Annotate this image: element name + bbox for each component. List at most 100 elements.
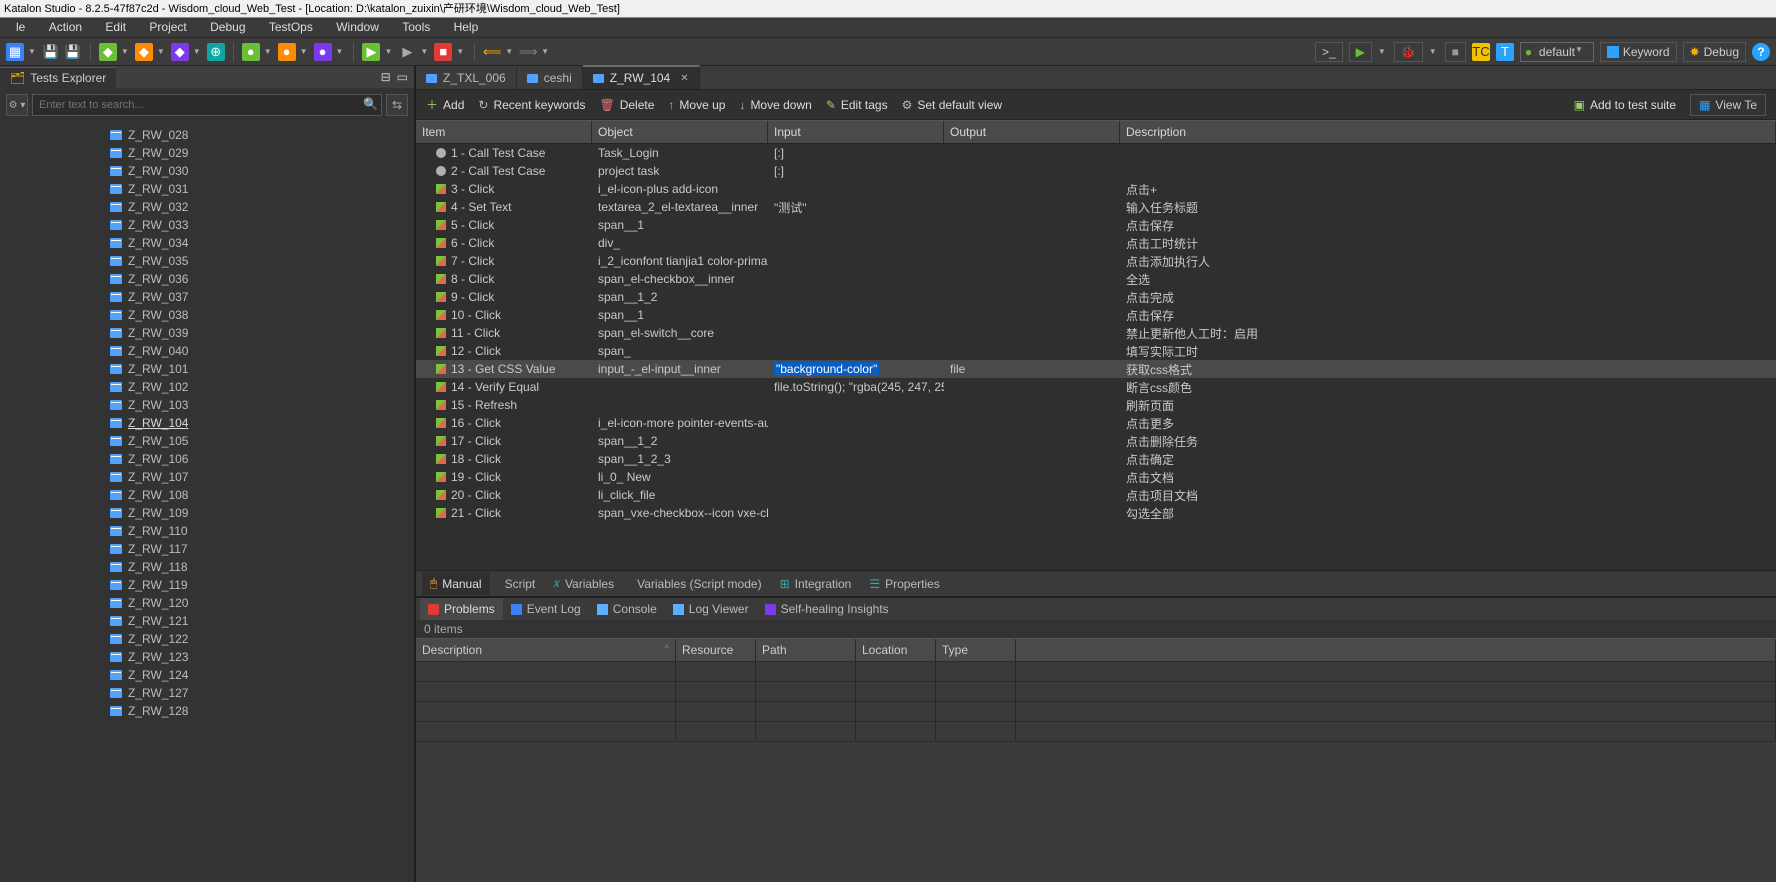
tree-item[interactable]: Z_RW_120 bbox=[0, 594, 414, 612]
menu-testops[interactable]: TestOps bbox=[259, 18, 323, 36]
tree-item[interactable]: Z_RW_105 bbox=[0, 432, 414, 450]
tree-item[interactable]: Z_RW_123 bbox=[0, 648, 414, 666]
editor-tab[interactable]: Z_TXL_006 bbox=[416, 67, 517, 89]
panel-tab[interactable]: Log Viewer bbox=[665, 598, 757, 620]
link-editor-icon[interactable]: ⇆ bbox=[386, 94, 408, 116]
step-row[interactable]: 13 - Get CSS Valueinput_-_el-input__inne… bbox=[416, 360, 1776, 378]
tree-item[interactable]: Z_RW_102 bbox=[0, 378, 414, 396]
spy-mobile-icon[interactable]: ◆ bbox=[135, 43, 153, 61]
panel-tab[interactable]: Console bbox=[589, 598, 665, 620]
col-object[interactable]: Object bbox=[592, 121, 768, 143]
tree-item[interactable]: Z_RW_117 bbox=[0, 540, 414, 558]
stop2-icon[interactable]: ■ bbox=[1445, 42, 1466, 62]
editor-mode-tab[interactable]: 𝑥Variables bbox=[545, 572, 622, 595]
tree-item[interactable]: Z_RW_107 bbox=[0, 468, 414, 486]
editor-tab[interactable]: ceshi bbox=[517, 67, 583, 89]
step-row[interactable]: 3 - Clicki_el-icon-plus add-icon点击+ bbox=[416, 180, 1776, 198]
spy-web-icon[interactable]: ◆ bbox=[99, 43, 117, 61]
step-row[interactable]: 16 - Clicki_el-icon-more pointer-events-… bbox=[416, 414, 1776, 432]
tree-item[interactable]: Z_RW_103 bbox=[0, 396, 414, 414]
menu-tools[interactable]: Tools bbox=[392, 18, 440, 36]
recent-keywords-button[interactable]: ↻Recent keywords bbox=[478, 98, 585, 112]
problems-col-resource[interactable]: Resource bbox=[676, 639, 756, 662]
step-row[interactable]: 20 - Clickli_click_file点击项目文档 bbox=[416, 486, 1776, 504]
menu-action[interactable]: Action bbox=[39, 18, 92, 36]
spy-windows-icon[interactable]: ◆ bbox=[171, 43, 189, 61]
tree-item[interactable]: Z_RW_033 bbox=[0, 216, 414, 234]
terminal-icon[interactable]: >_ bbox=[1315, 42, 1343, 62]
panel-tab[interactable]: Problems bbox=[420, 598, 503, 620]
new-icon[interactable]: ▦ bbox=[6, 43, 24, 61]
tree-item[interactable]: Z_RW_038 bbox=[0, 306, 414, 324]
tests-explorer-tab[interactable]: 🗂 Tests Explorer bbox=[0, 67, 116, 88]
record-mobile-icon[interactable]: ● bbox=[278, 43, 296, 61]
step-row[interactable]: 10 - Clickspan__1点击保存 bbox=[416, 306, 1776, 324]
tree-item[interactable]: Z_RW_106 bbox=[0, 450, 414, 468]
tree-item[interactable]: Z_RW_104 bbox=[0, 414, 414, 432]
step-row[interactable]: 15 - Refresh刷新页面 bbox=[416, 396, 1776, 414]
tree-item[interactable]: Z_RW_127 bbox=[0, 684, 414, 702]
minimize-icon[interactable]: ▭ bbox=[397, 70, 408, 84]
save-all-icon[interactable]: 💾 bbox=[64, 43, 82, 61]
step-row[interactable]: 9 - Clickspan__1_2点击完成 bbox=[416, 288, 1776, 306]
tree-item[interactable]: Z_RW_029 bbox=[0, 144, 414, 162]
editor-mode-tab[interactable]: Script bbox=[492, 573, 544, 595]
step-row[interactable]: 17 - Clickspan__1_2点击删除任务 bbox=[416, 432, 1776, 450]
tree-item[interactable]: Z_RW_108 bbox=[0, 486, 414, 504]
help-icon[interactable]: ? bbox=[1752, 43, 1770, 61]
back-icon[interactable]: ⟸ bbox=[483, 43, 501, 61]
step-row[interactable]: 1 - Call Test CaseTask_Login[:] bbox=[416, 144, 1776, 162]
move-up-button[interactable]: ↑Move up bbox=[668, 98, 725, 112]
search-input[interactable] bbox=[32, 94, 382, 116]
tree-item[interactable]: Z_RW_118 bbox=[0, 558, 414, 576]
tree-item[interactable]: Z_RW_110 bbox=[0, 522, 414, 540]
search-icon[interactable]: 🔍 bbox=[363, 97, 378, 111]
profile-combo[interactable]: default ▼ bbox=[1520, 42, 1594, 62]
record-web-icon[interactable]: ● bbox=[242, 43, 260, 61]
add-to-test-suite-button[interactable]: ▣Add to test suite bbox=[1574, 98, 1676, 112]
step-row[interactable]: 11 - Clickspan_el-switch__core禁止更新他人工时：启… bbox=[416, 324, 1776, 342]
menu-project[interactable]: Project bbox=[139, 18, 196, 36]
problems-col-description[interactable]: Description^ bbox=[416, 639, 676, 662]
bug-icon[interactable]: 🐞 bbox=[1394, 42, 1423, 62]
step-row[interactable]: 19 - Clickli_0_ New点击文档 bbox=[416, 468, 1776, 486]
collapse-icon[interactable]: ⊟ bbox=[381, 70, 391, 84]
edit-tags-button[interactable]: ✎Edit tags bbox=[826, 98, 888, 112]
tree-item[interactable]: Z_RW_121 bbox=[0, 612, 414, 630]
menu-file[interactable]: le bbox=[6, 18, 35, 36]
panel-tab[interactable]: Event Log bbox=[503, 598, 589, 620]
tree-item[interactable]: Z_RW_037 bbox=[0, 288, 414, 306]
play-icon[interactable]: ▶ bbox=[1349, 42, 1372, 62]
col-item[interactable]: Item bbox=[416, 121, 592, 143]
col-output[interactable]: Output bbox=[944, 121, 1120, 143]
step-row[interactable]: 8 - Clickspan_el-checkbox__inner全选 bbox=[416, 270, 1776, 288]
debug-perspective-button[interactable]: ✸Debug bbox=[1683, 42, 1746, 62]
tree-item[interactable]: Z_RW_040 bbox=[0, 342, 414, 360]
col-input[interactable]: Input bbox=[768, 121, 944, 143]
panel-tab[interactable]: Self-healing Insights bbox=[757, 598, 897, 620]
step-row[interactable]: 2 - Call Test Caseproject task[:] bbox=[416, 162, 1776, 180]
tree-item[interactable]: Z_RW_119 bbox=[0, 576, 414, 594]
close-tab-icon[interactable]: ✕ bbox=[680, 73, 688, 84]
step-row[interactable]: 12 - Clickspan_填写实际工时 bbox=[416, 342, 1776, 360]
tree-item[interactable]: Z_RW_030 bbox=[0, 162, 414, 180]
editor-tab[interactable]: Z_RW_104✕ bbox=[583, 65, 700, 89]
menu-window[interactable]: Window bbox=[326, 18, 389, 36]
tree-item[interactable]: Z_RW_028 bbox=[0, 126, 414, 144]
menu-help[interactable]: Help bbox=[444, 18, 489, 36]
col-description[interactable]: Description bbox=[1120, 121, 1776, 143]
api-icon[interactable]: ⊕ bbox=[207, 43, 225, 61]
delete-button[interactable]: 🗑Delete bbox=[599, 98, 654, 112]
problems-col-location[interactable]: Location bbox=[856, 639, 936, 662]
debug-run-icon[interactable]: ▶ bbox=[398, 43, 416, 61]
tree-item[interactable]: Z_RW_039 bbox=[0, 324, 414, 342]
tree-item[interactable]: Z_RW_036 bbox=[0, 270, 414, 288]
problems-col-type[interactable]: Type bbox=[936, 639, 1016, 662]
step-row[interactable]: 5 - Clickspan__1点击保存 bbox=[416, 216, 1776, 234]
tree-item[interactable]: Z_RW_124 bbox=[0, 666, 414, 684]
set-default-view-button[interactable]: ⚙Set default view bbox=[902, 98, 1002, 112]
run-icon[interactable]: ▶ bbox=[362, 43, 380, 61]
step-row[interactable]: 21 - Clickspan_vxe-checkbox--icon vxe-ch… bbox=[416, 504, 1776, 522]
forward-icon[interactable]: ⟹ bbox=[519, 43, 537, 61]
tc-icon[interactable]: TC bbox=[1472, 43, 1490, 61]
